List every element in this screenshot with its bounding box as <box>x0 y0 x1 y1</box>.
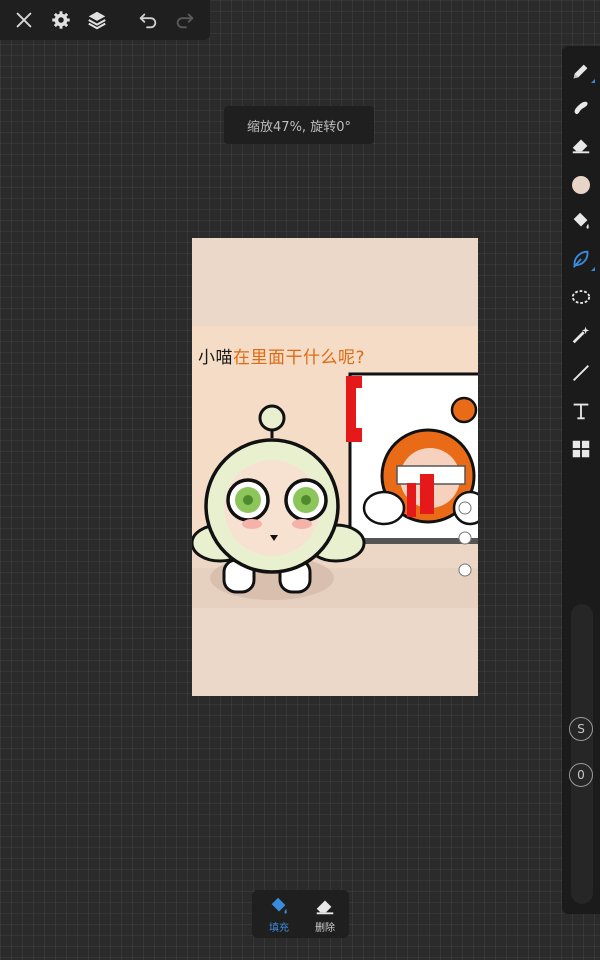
grid-icon <box>572 440 590 458</box>
eraser-icon <box>572 139 590 154</box>
lasso-fill-icon <box>572 250 589 268</box>
redo-icon <box>176 13 194 29</box>
tool-eraser[interactable] <box>566 130 596 160</box>
undo-button[interactable] <box>134 6 162 34</box>
tool-lasso-fill[interactable] <box>566 244 596 274</box>
settings-button[interactable] <box>47 6 75 34</box>
redo-button[interactable] <box>171 6 199 34</box>
artwork <box>192 326 478 608</box>
color-swatch <box>572 176 590 194</box>
close-icon <box>16 12 32 28</box>
line-icon <box>573 365 589 381</box>
tool-text[interactable] <box>566 396 596 426</box>
caption-part2: 在里面干什么呢? <box>233 348 366 368</box>
magic-wand-icon <box>572 326 590 344</box>
tool-line[interactable] <box>566 358 596 388</box>
text-icon <box>573 403 589 420</box>
delete-button[interactable]: 删除 <box>305 895 345 935</box>
gear-icon <box>52 11 70 29</box>
layers-button[interactable] <box>83 6 111 34</box>
bottom-menu: 填充 删除 <box>252 890 349 938</box>
s-button[interactable]: S <box>569 717 593 741</box>
zero-button[interactable]: 0 <box>569 763 593 787</box>
zoom-indicator: 缩放47%, 旋转0° <box>224 106 374 144</box>
fill-button[interactable]: 填充 <box>259 895 299 935</box>
eraser-icon <box>316 900 334 915</box>
caption-part1: 小喵 <box>198 348 233 368</box>
layers-icon <box>88 11 106 30</box>
fill-label: 填充 <box>269 923 289 934</box>
fill-bucket-icon <box>271 897 287 914</box>
delete-label: 删除 <box>315 923 335 934</box>
color-picker[interactable] <box>566 170 596 200</box>
canvas-caption: 小喵在里面干什么呢? <box>198 343 365 368</box>
lasso-select-icon <box>571 290 591 304</box>
tool-grid[interactable] <box>566 434 596 464</box>
tool-lasso-select[interactable] <box>566 282 596 312</box>
tool-pen[interactable] <box>566 56 596 86</box>
close-button[interactable] <box>10 6 38 34</box>
tool-smudge[interactable] <box>566 93 596 123</box>
tool-sidebar: S 0 <box>562 46 600 914</box>
pen-icon <box>573 64 588 79</box>
tool-fill[interactable] <box>566 206 596 236</box>
tool-magic-wand[interactable] <box>566 320 596 350</box>
top-toolbar <box>0 0 210 40</box>
smudge-icon <box>574 101 588 115</box>
brush-size-slider[interactable] <box>571 604 593 904</box>
drawing-canvas[interactable]: 小喵在里面干什么呢? <box>192 238 478 696</box>
undo-icon <box>139 13 157 29</box>
fill-bucket-icon <box>573 212 589 229</box>
